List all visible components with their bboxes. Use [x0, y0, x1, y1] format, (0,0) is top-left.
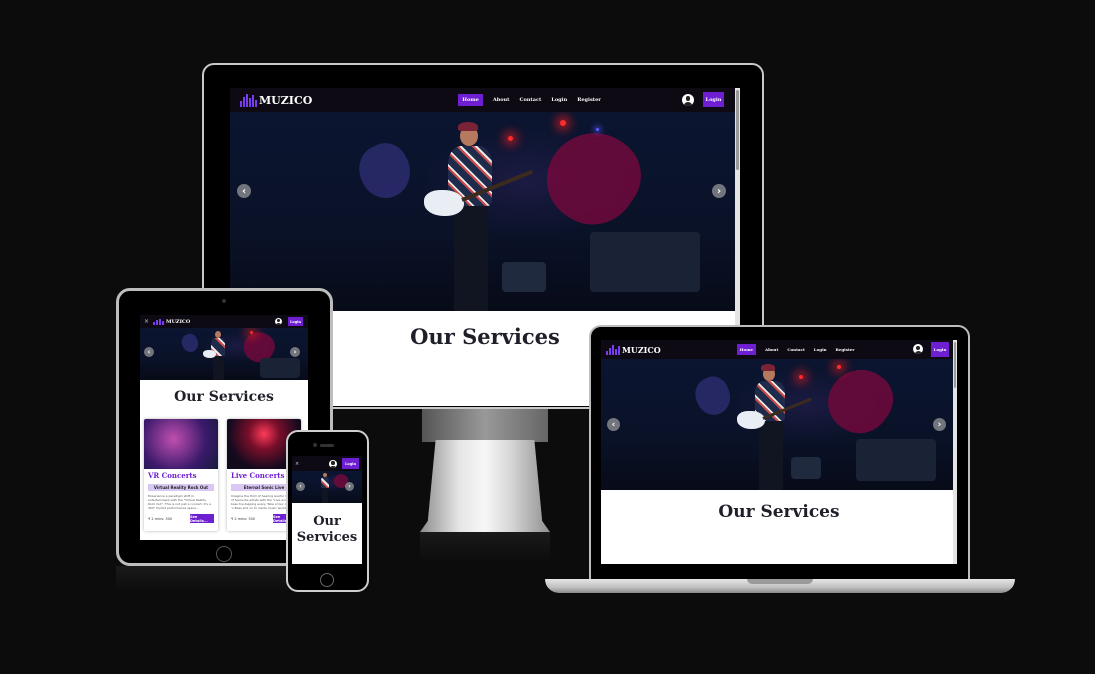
nav-menu: Home About Contact Login Register — [736, 344, 855, 355]
user-avatar-icon[interactable] — [275, 318, 282, 325]
amplifier — [502, 262, 546, 292]
service-image — [144, 419, 218, 469]
logo-bars-icon — [240, 93, 257, 107]
nav-login[interactable]: Login — [814, 347, 827, 352]
scrollbar[interactable] — [953, 340, 957, 564]
decor-blob — [689, 371, 737, 421]
nav-register[interactable]: Register — [836, 347, 855, 352]
stage-light — [837, 365, 841, 369]
login-button[interactable]: Login — [288, 317, 303, 326]
brand-logo[interactable]: MUZICO — [240, 93, 313, 107]
carousel-next-button[interactable]: › — [345, 482, 354, 491]
service-description: Experience a paradigm shift in entertain… — [148, 494, 211, 510]
carousel-prev-button[interactable]: ‹ — [237, 184, 251, 198]
see-details-button[interactable]: See Details... — [190, 514, 214, 523]
close-icon[interactable]: × — [144, 318, 149, 325]
login-button[interactable]: Login — [931, 342, 949, 357]
services-heading: Our Services — [174, 389, 274, 405]
stage-light — [596, 128, 599, 131]
services-heading-line1: Our — [313, 514, 341, 529]
login-button[interactable]: Login — [342, 458, 359, 469]
nav-contact[interactable]: Contact — [519, 97, 541, 103]
brand-logo[interactable]: MUZICO — [606, 344, 661, 355]
laptop-notch — [747, 579, 813, 584]
brand-name: MUZICO — [622, 344, 661, 355]
services-heading-line2: Services — [296, 530, 358, 545]
decor-blob — [350, 135, 420, 207]
user-avatar-icon[interactable] — [913, 344, 923, 354]
carousel-next-button[interactable]: › — [712, 184, 726, 198]
brand-logo[interactable]: MUZICO — [153, 318, 191, 325]
decor-blob — [178, 331, 202, 355]
drum-kit — [856, 439, 936, 481]
laptop-screen: MUZICO Home About Contact Login Register… — [601, 340, 957, 564]
monitor-stand — [420, 440, 550, 532]
nav-about[interactable]: About — [765, 347, 778, 352]
brand-name: MUZICO — [166, 318, 191, 325]
nav-contact[interactable]: Contact — [787, 347, 804, 352]
navbar: × Login — [292, 456, 362, 471]
decor-blob — [816, 359, 904, 445]
tablet-camera — [222, 299, 226, 303]
service-title: VR Concerts — [148, 471, 197, 480]
stage-light — [508, 136, 513, 141]
tablet-screen: × MUZICO Login ‹ › Our Services VR Conce… — [140, 315, 308, 540]
carousel-next-button[interactable]: › — [290, 347, 300, 357]
nav-home[interactable]: Home — [736, 344, 756, 355]
logo-bars-icon — [606, 344, 620, 355]
user-avatar-icon[interactable] — [682, 94, 694, 106]
carousel-prev-button[interactable]: ‹ — [144, 347, 154, 357]
service-tag: Virtual Reality Rock Out — [148, 484, 214, 491]
phone-screen: × Login ‹ › Our Services — [292, 456, 362, 564]
amplifier — [791, 457, 821, 479]
navbar: MUZICO Home About Contact Login Register… — [230, 88, 740, 112]
service-card: VR Concerts Virtual Reality Rock Out Exp… — [144, 419, 218, 531]
phone-home-button — [320, 573, 334, 587]
hero-carousel: ‹ › — [601, 359, 957, 490]
stage-light — [250, 331, 253, 334]
nav-home[interactable]: Home — [458, 94, 483, 106]
stage-light — [560, 120, 566, 126]
login-button[interactable]: Login — [703, 92, 724, 107]
monitor-neck — [422, 408, 548, 442]
phone-speaker — [320, 444, 334, 447]
brand-name: MUZICO — [259, 93, 313, 107]
services-heading: Our Services — [292, 514, 362, 546]
carousel-next-button[interactable]: › — [933, 418, 946, 431]
service-price: ₹ 2 mins: 300 — [231, 517, 256, 521]
hero-carousel: ‹ › — [140, 328, 308, 380]
nav-login[interactable]: Login — [551, 97, 567, 103]
nav-register[interactable]: Register — [577, 97, 601, 103]
close-icon[interactable]: × — [295, 461, 299, 467]
nav-menu: Home About Contact Login Register — [458, 94, 601, 106]
services-heading: Our Services — [718, 502, 840, 522]
stage-light — [799, 375, 803, 379]
service-price: ₹ 2 mins: 300 — [148, 517, 173, 521]
nav-about[interactable]: About — [493, 97, 510, 103]
hero-carousel: ‹ › — [230, 112, 740, 311]
service-title: Live Concerts — [231, 471, 285, 480]
phone-camera — [313, 443, 317, 447]
carousel-prev-button[interactable]: ‹ — [296, 482, 305, 491]
drum-kit — [260, 358, 300, 378]
tablet-home-button — [216, 546, 232, 562]
carousel-prev-button[interactable]: ‹ — [607, 418, 620, 431]
logo-bars-icon — [153, 318, 165, 325]
decor-blob — [529, 114, 657, 242]
navbar: × MUZICO Login — [140, 315, 308, 328]
drum-kit — [590, 232, 700, 292]
hero-carousel: ‹ › — [292, 471, 362, 503]
navbar: MUZICO Home About Contact Login Register… — [601, 340, 957, 359]
user-avatar-icon[interactable] — [329, 460, 337, 468]
monitor-reflection — [420, 532, 550, 562]
